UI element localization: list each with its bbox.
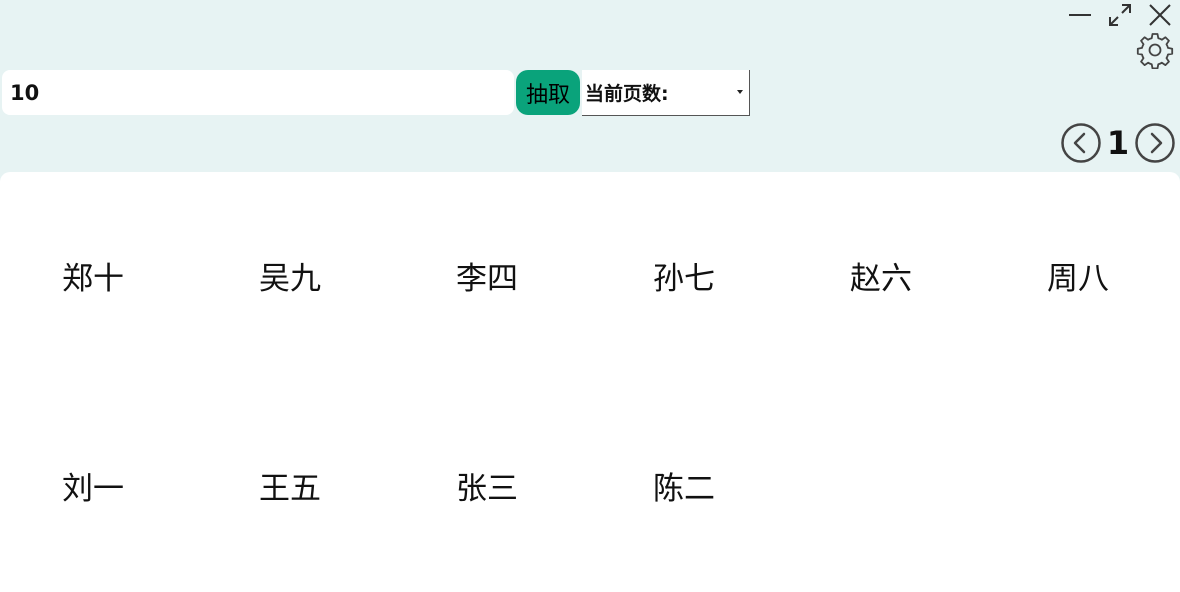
app-window: 抽取 当前页数: 1 郑十 吴九 李四 孙七 赵六 周八 刘一 王五 张三 陈二 xyxy=(0,0,1180,592)
chevron-right-circle-icon xyxy=(1135,123,1175,163)
caret-down-icon xyxy=(737,90,743,94)
page-select[interactable]: 当前页数: xyxy=(582,70,750,116)
result-name[interactable]: 郑十 xyxy=(0,172,197,378)
maximize-icon xyxy=(1109,4,1131,26)
minimize-button[interactable] xyxy=(1066,2,1094,28)
current-page-number: 1 xyxy=(1106,124,1130,162)
result-name[interactable]: 孙七 xyxy=(591,172,788,378)
result-name[interactable]: 赵六 xyxy=(788,172,985,378)
minimize-icon xyxy=(1069,14,1091,16)
draw-button[interactable]: 抽取 xyxy=(516,70,580,115)
result-name[interactable]: 吴九 xyxy=(197,172,394,378)
gear-icon xyxy=(1136,33,1174,69)
result-name[interactable]: 刘一 xyxy=(0,378,197,592)
prev-page-button[interactable] xyxy=(1061,123,1101,163)
draw-count-input[interactable] xyxy=(2,70,514,115)
close-button[interactable] xyxy=(1146,2,1174,28)
close-icon xyxy=(1149,4,1171,26)
result-name[interactable]: 李四 xyxy=(394,172,591,378)
result-name[interactable]: 陈二 xyxy=(591,378,788,592)
result-name[interactable]: 王五 xyxy=(197,378,394,592)
next-page-button[interactable] xyxy=(1135,123,1175,163)
page-select-label: 当前页数: xyxy=(585,83,669,105)
chevron-left-circle-icon xyxy=(1061,123,1101,163)
result-name[interactable]: 周八 xyxy=(985,172,1180,378)
result-name[interactable]: 张三 xyxy=(394,378,591,592)
settings-button[interactable] xyxy=(1135,30,1175,70)
maximize-button[interactable] xyxy=(1106,2,1134,28)
result-panel: 郑十 吴九 李四 孙七 赵六 周八 刘一 王五 张三 陈二 xyxy=(0,172,1180,592)
